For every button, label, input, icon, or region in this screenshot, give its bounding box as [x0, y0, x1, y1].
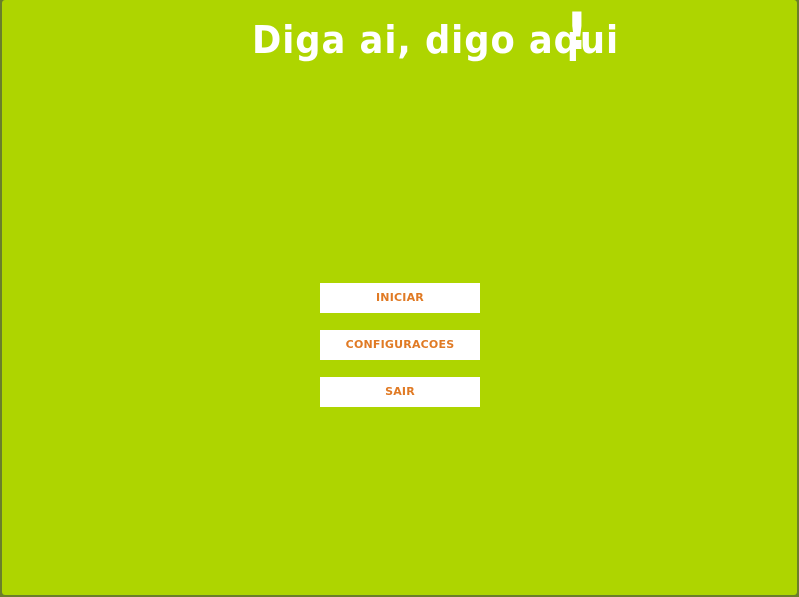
game-title: Diga ai, digo aqui ! — [252, 2, 618, 70]
exit-button[interactable]: SAIR — [320, 377, 480, 407]
settings-button[interactable]: CONFIGURACOES — [320, 330, 480, 360]
game-title-text: Diga ai, digo aqui — [252, 18, 620, 62]
start-button[interactable]: INICIAR — [320, 283, 480, 313]
main-menu: INICIAR CONFIGURACOES SAIR — [320, 283, 480, 424]
game-screen: Diga ai, digo aqui ! INICIAR CONFIGURACO… — [2, 0, 797, 595]
game-title-exclamation: ! — [565, 2, 590, 62]
